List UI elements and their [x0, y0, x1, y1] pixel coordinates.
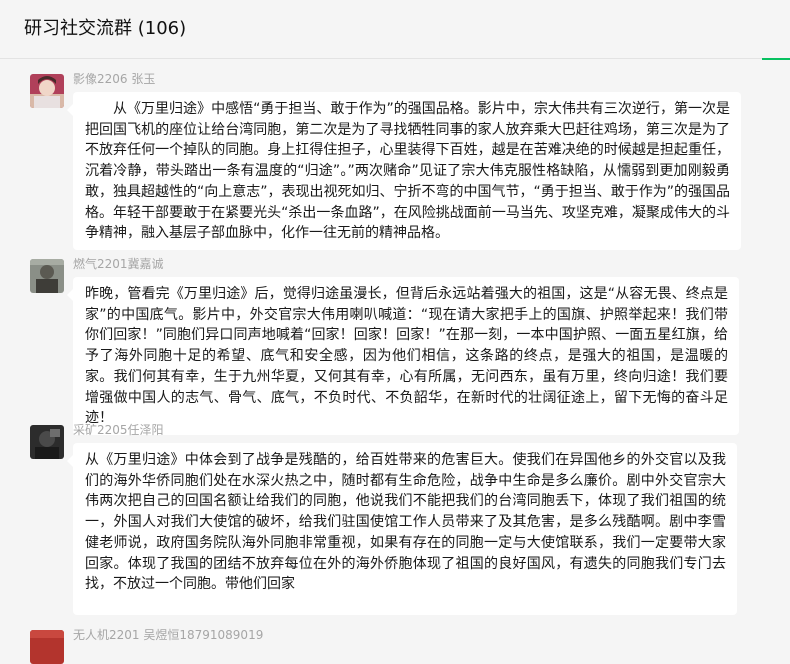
sender-name: 采矿2205任泽阳: [73, 423, 164, 437]
sender-name: 影像2206 张玉: [73, 72, 156, 86]
message-bubble[interactable]: 昨晚，管看完《万里归途》后，觉得归途虽漫长，但背后永远站着强大的祖国，这是“从容…: [67, 277, 739, 435]
chat-title: 研习社交流群 (106): [24, 18, 187, 39]
avatar[interactable]: [30, 425, 64, 459]
chat-header: 研习社交流群 (106): [0, 0, 790, 59]
avatar[interactable]: [30, 630, 64, 664]
sender-name: 燃气2201冀嘉诚: [73, 257, 164, 271]
message-bubble[interactable]: 从《万里归途》中体会到了战争是残酷的，给百姓带来的危害巨大。使我们在异国他乡的外…: [67, 443, 737, 615]
avatar[interactable]: [30, 74, 64, 108]
scroll-indicator: [762, 58, 790, 60]
message-bubble[interactable]: 从《万里归途》中感悟“勇于担当、敢于作为”的强国品格。影片中，宗大伟共有三次逆行…: [67, 92, 741, 250]
sender-name: 无人机2201 吴煜恒18791089019: [73, 628, 264, 642]
avatar[interactable]: [30, 259, 64, 293]
